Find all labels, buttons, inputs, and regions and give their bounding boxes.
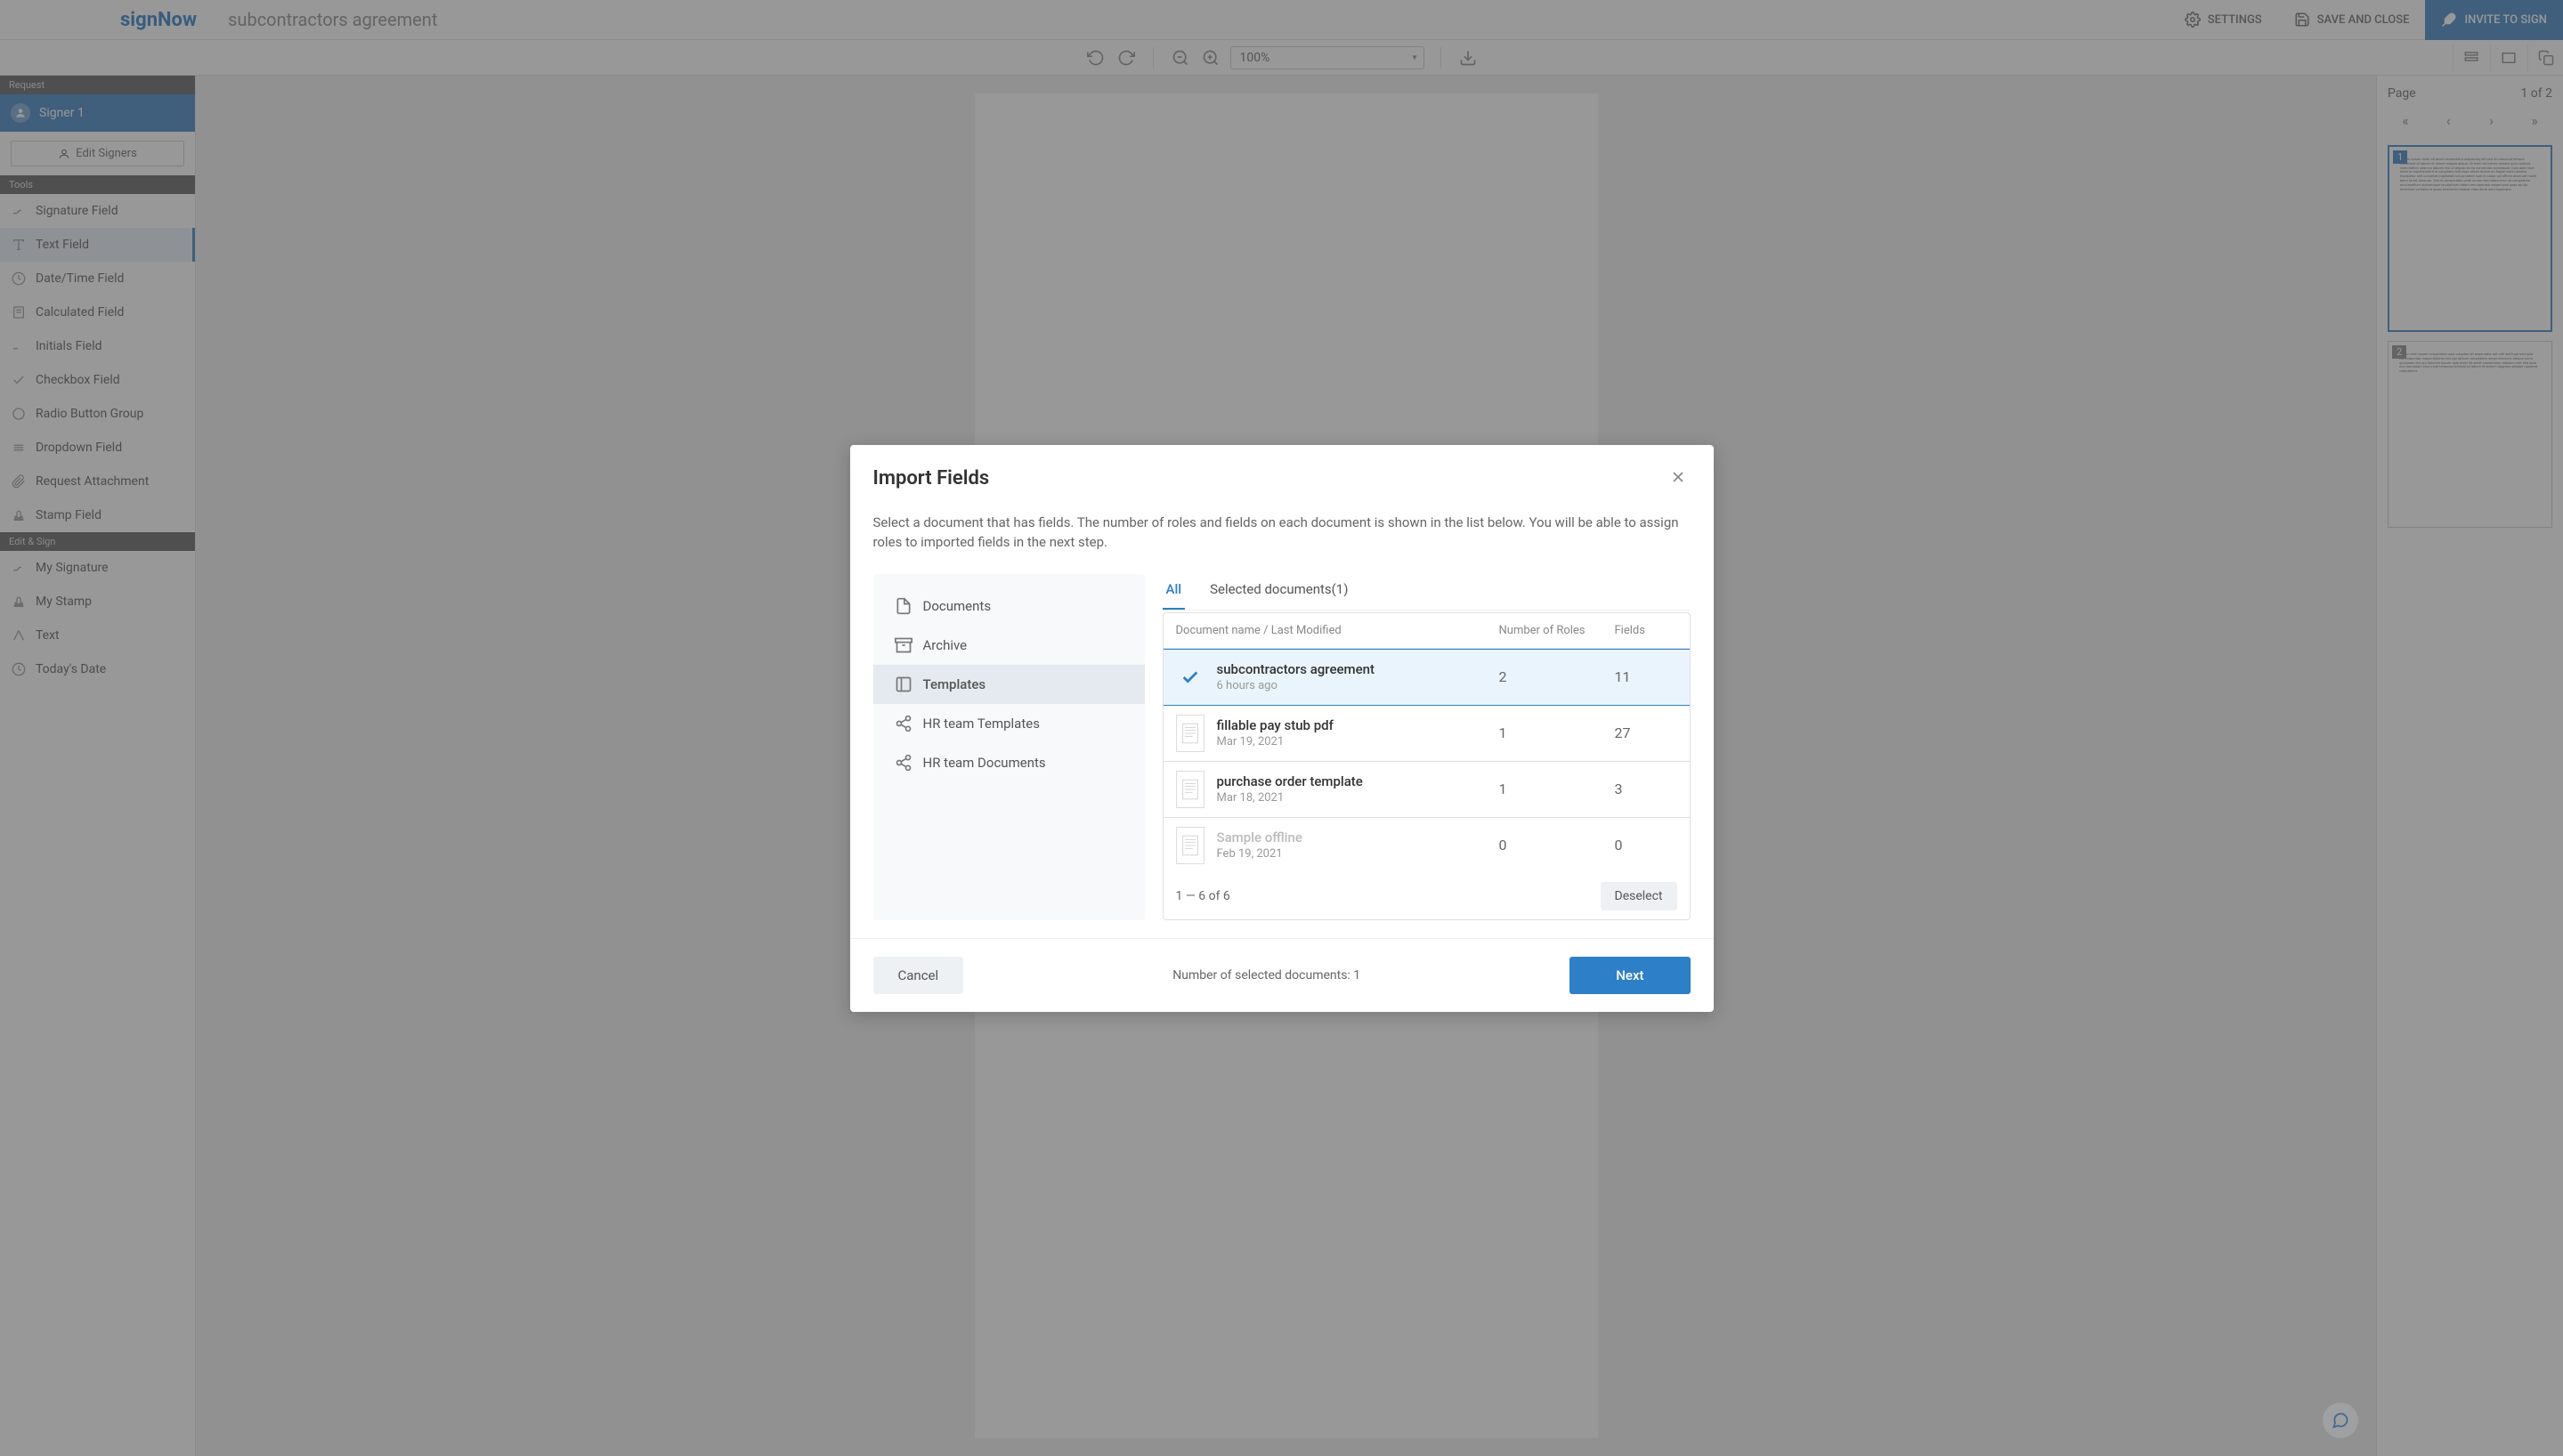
doc-name: fillable pay stub pdf [1217,717,1499,733]
category-sidebar: Documents Archive Templates HR team Templat… [873,574,1145,920]
category-label: Documents [923,598,992,614]
category-templates[interactable]: Templates [873,665,1145,704]
doc-thumbnail [1176,715,1204,752]
modal-overlay: Import Fields Select a document that has… [0,0,2563,1456]
doc-fields: 11 [1615,668,1677,685]
cancel-button[interactable]: Cancel [873,957,964,994]
tab-all[interactable]: All [1163,574,1186,610]
category-archive[interactable]: Archive [873,626,1145,665]
category-hr-team-documents[interactable]: HR team Documents [873,743,1145,782]
document-row[interactable]: subcontractors agreement 6 hours ago 2 1… [1164,649,1690,706]
doc-date: 6 hours ago [1217,679,1499,692]
deselect-button[interactable]: Deselect [1601,882,1677,910]
modal-title: Import Fields [873,467,990,489]
doc-roles: 1 [1499,724,1615,741]
check-icon [1176,659,1204,696]
close-button[interactable] [1666,463,1691,495]
doc-roles: 2 [1499,668,1615,685]
category-documents[interactable]: Documents [873,586,1145,626]
document-row[interactable]: fillable pay stub pdf Mar 19, 2021 1 27 [1164,706,1690,762]
document-table: Document name / Last Modified Number of … [1163,612,1691,920]
col-fields-header: Fields [1615,624,1677,637]
close-icon [1669,468,1687,486]
col-name-header: Document name / Last Modified [1176,624,1499,637]
import-fields-modal: Import Fields Select a document that has… [850,445,1714,1012]
doc-fields: 27 [1615,724,1677,741]
document-row: Sample offline Feb 19, 2021 0 0 [1164,818,1690,873]
next-button[interactable]: Next [1569,957,1690,994]
doc-thumbnail [1176,771,1204,808]
doc-date: Mar 18, 2021 [1217,791,1499,805]
doc-date: Mar 19, 2021 [1217,735,1499,748]
category-label: HR team Documents [923,755,1046,771]
modal-description: Select a document that has fields. The n… [873,513,1691,553]
selected-count: Number of selected documents: 1 [1172,968,1360,983]
doc-roles: 1 [1499,781,1615,797]
category-hr-team-templates[interactable]: HR team Templates [873,704,1145,743]
doc-roles: 0 [1499,837,1615,853]
doc-date: Feb 19, 2021 [1217,847,1499,861]
pagination: 1 — 6 of 6 [1176,889,1230,903]
doc-fields: 3 [1615,781,1677,797]
document-row[interactable]: purchase order template Mar 18, 2021 1 3 [1164,762,1690,818]
category-label: Templates [923,676,986,692]
doc-thumbnail [1176,827,1204,864]
doc-name: subcontractors agreement [1217,661,1499,677]
doc-fields: 0 [1615,837,1677,853]
doc-name: Sample offline [1217,829,1499,845]
col-roles-header: Number of Roles [1499,624,1615,637]
doc-name: purchase order template [1217,773,1499,789]
tab-selected[interactable]: Selected documents(1) [1206,574,1351,610]
category-label: Archive [923,637,968,653]
category-label: HR team Templates [923,716,1040,732]
